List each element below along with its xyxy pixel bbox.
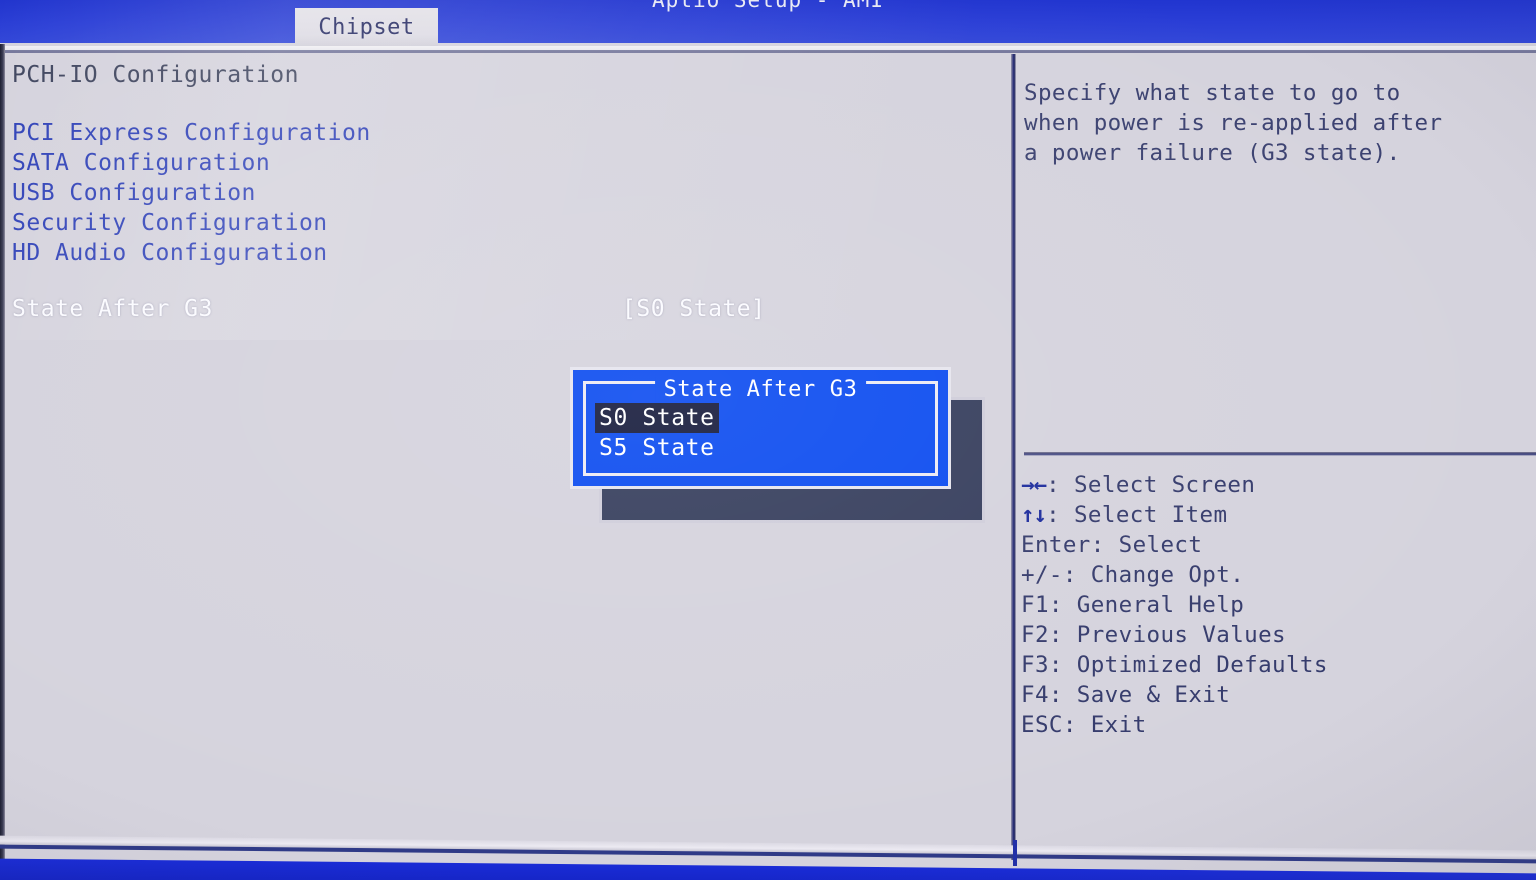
menu-item-sata[interactable]: SATA Configuration bbox=[12, 150, 992, 180]
menu-item-security[interactable]: Security Configuration bbox=[12, 210, 992, 240]
bottom-divider-tick bbox=[1013, 840, 1017, 866]
dialog-title: State After G3 bbox=[654, 377, 867, 402]
legend-item-esc-exit: ESC: Exit bbox=[1021, 712, 1147, 738]
help-line: when power is re-applied after bbox=[1024, 110, 1443, 136]
legend-item-previous-values: F2: Previous Values bbox=[1021, 622, 1286, 648]
menu-item-usb-label: USB Configuration bbox=[12, 180, 256, 206]
arrow-left-right-icon: →← bbox=[1021, 472, 1047, 498]
legend-item-enter-select: Enter: Select bbox=[1021, 532, 1203, 558]
bios-setup-screen: Aptio Setup - AMI Chipset PCH-IO Configu… bbox=[0, 0, 1536, 880]
panel-divider bbox=[1011, 54, 1016, 860]
menu-item-usb[interactable]: USB Configuration bbox=[12, 180, 992, 210]
dialog-option-s5-state[interactable]: S5 State bbox=[595, 433, 719, 463]
menu-item-security-label: Security Configuration bbox=[12, 210, 328, 236]
setting-row-state-after-g3[interactable]: State After G3 [S0 State] bbox=[12, 296, 992, 328]
menu-item-hd-audio[interactable]: HD Audio Configuration bbox=[12, 240, 992, 270]
legend-item-select-item: ↑↓: Select Item bbox=[1021, 500, 1533, 530]
menu-item-sata-label: SATA Configuration bbox=[12, 150, 271, 176]
help-pane: Specify what state to go to when power i… bbox=[1024, 78, 1536, 168]
page-title-label: PCH-IO Configuration bbox=[12, 62, 299, 88]
legend-item-save-exit: F4: Save & Exit bbox=[1021, 682, 1231, 708]
legend-item-select-screen-label: : Select Screen bbox=[1046, 472, 1256, 498]
menu-item-hd-audio-label: HD Audio Configuration bbox=[12, 240, 328, 266]
dialog-option-row[interactable]: S0 State bbox=[595, 403, 719, 433]
app-title: Aptio Setup - AMI bbox=[652, 0, 884, 12]
screen-left-edge bbox=[0, 44, 5, 864]
legend-item-general-help: F1: General Help bbox=[1021, 592, 1245, 618]
key-legend-pane: →←: Select Screen ↑↓: Select Item Enter:… bbox=[1021, 470, 1533, 740]
menu-item-pci-express-label: PCI Express Configuration bbox=[12, 120, 371, 146]
help-line: Specify what state to go to bbox=[1024, 80, 1401, 106]
legend-item-optimized-defaults: F3: Optimized Defaults bbox=[1021, 652, 1328, 678]
page-title: PCH-IO Configuration bbox=[12, 62, 992, 92]
tab-chipset[interactable]: Chipset bbox=[295, 8, 438, 46]
legend-item-select-item-label: : Select Item bbox=[1046, 502, 1228, 528]
dialog-option-list: S0 State S5 State bbox=[595, 403, 719, 463]
legend-item-select-screen: →←: Select Screen bbox=[1021, 470, 1533, 500]
bottom-blue-strip bbox=[0, 858, 1536, 880]
legend-item-change-opt: +/-: Change Opt. bbox=[1021, 562, 1245, 588]
setting-label-state-after-g3: State After G3 bbox=[12, 296, 213, 322]
setting-value-state-after-g3: [S0 State] bbox=[622, 296, 766, 322]
menu-item-pci-express[interactable]: PCI Express Configuration bbox=[12, 120, 992, 150]
help-line: a power failure (G3 state). bbox=[1024, 140, 1401, 166]
dialog-option-row[interactable]: S5 State bbox=[595, 433, 719, 463]
dialog-option-s0-state[interactable]: S0 State bbox=[595, 403, 719, 433]
arrow-up-down-icon: ↑↓ bbox=[1021, 502, 1047, 528]
tab-chipset-label: Chipset bbox=[318, 14, 415, 40]
state-after-g3-dialog: State After G3 S0 State S5 State bbox=[570, 367, 951, 489]
help-separator bbox=[1024, 452, 1536, 456]
header-rule bbox=[0, 50, 1536, 53]
settings-pane: PCH-IO Configuration PCI Express Configu… bbox=[12, 62, 992, 328]
